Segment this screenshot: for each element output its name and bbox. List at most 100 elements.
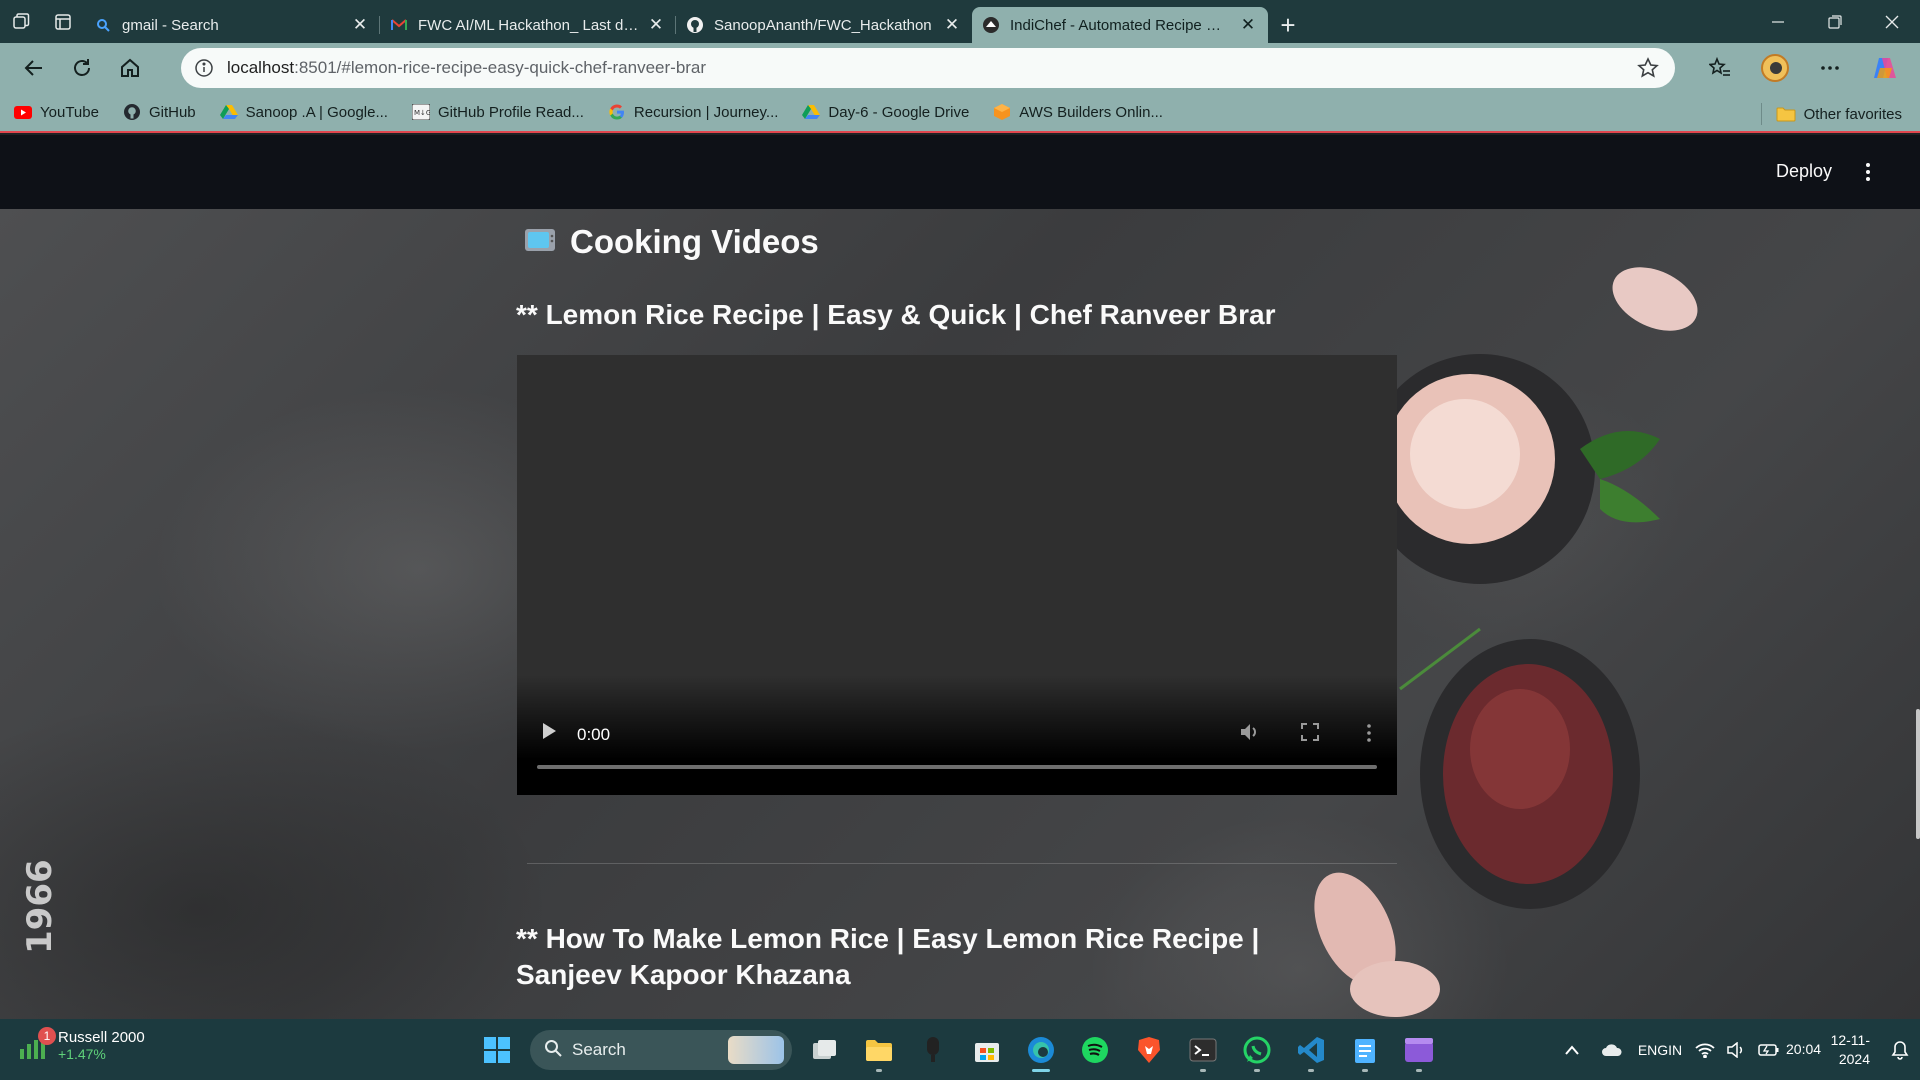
stock-widget[interactable]: 1 Russell 2000 +1.47%	[18, 1026, 145, 1062]
favorites-icon[interactable]	[1692, 43, 1747, 93]
scrollbar-thumb[interactable]	[1916, 709, 1920, 839]
clock-time: 20:04	[1786, 1041, 1822, 1057]
notepad-icon[interactable]	[1338, 1026, 1392, 1074]
bookmarks-bar: YouTube GitHub Sanoop .A | Google... M↓G…	[0, 93, 1920, 133]
google-drive-icon	[802, 103, 821, 121]
tab-github-repo[interactable]: SanoopAnanth/FWC_Hackathon ✕	[676, 7, 972, 43]
readme-icon: M↓G	[411, 103, 430, 121]
bookmark-youtube[interactable]: YouTube	[14, 103, 99, 121]
bookmark-label: Recursion | Journey...	[633, 103, 779, 121]
microsoft-store-icon[interactable]	[960, 1026, 1014, 1074]
terminal-icon[interactable]	[1176, 1026, 1230, 1074]
video-controls	[517, 675, 1397, 795]
notification-bell-icon[interactable]	[1880, 1040, 1920, 1060]
region-code: IN	[1668, 1041, 1683, 1058]
minimize-button[interactable]	[1749, 0, 1806, 43]
bookmark-aws-builders[interactable]: AWS Builders Onlin...	[993, 103, 1163, 121]
taskbar-search[interactable]: Search	[530, 1030, 792, 1070]
tab-fwc-hackathon-mail[interactable]: FWC AI/ML Hackathon_ Last date ✕	[380, 7, 676, 43]
tab-gmail-search[interactable]: gmail - Search ✕	[84, 7, 380, 43]
close-icon[interactable]: ✕	[646, 15, 666, 35]
svg-text:M↓G: M↓G	[414, 109, 430, 117]
wifi-icon[interactable]	[1688, 1042, 1722, 1058]
tab-title: FWC AI/ML Hackathon_ Last date	[418, 16, 640, 34]
deploy-button[interactable]: Deploy	[1776, 161, 1832, 182]
github-icon	[686, 16, 704, 34]
workspaces-icon[interactable]	[0, 0, 42, 43]
start-button[interactable]	[470, 1026, 524, 1074]
stock-chart-icon: 1	[18, 1026, 56, 1061]
section-title-text: Cooking Videos	[570, 223, 819, 260]
gmail-icon	[390, 16, 408, 34]
close-icon[interactable]: ✕	[1238, 15, 1258, 35]
bookmark-label: GitHub	[148, 103, 196, 121]
bookmark-label: AWS Builders Onlin...	[1019, 103, 1163, 121]
other-favorites-label: Other favorites	[1803, 105, 1902, 123]
address-bar[interactable]: localhost:8501/#lemon-rice-recipe-easy-q…	[181, 48, 1675, 88]
play-icon[interactable]	[541, 722, 557, 745]
tab-indichef[interactable]: IndiChef - Automated Recipe Gen ✕	[972, 7, 1268, 43]
task-view-icon[interactable]	[798, 1026, 852, 1074]
main-menu-icon[interactable]	[1858, 161, 1878, 183]
refresh-icon[interactable]	[58, 48, 106, 88]
fullscreen-icon[interactable]	[1301, 723, 1319, 746]
section-title: Cooking Videos	[524, 223, 819, 261]
video-editor-icon[interactable]	[1392, 1026, 1446, 1074]
profile-avatar[interactable]	[1747, 43, 1802, 93]
video-time: 0:00	[577, 725, 611, 744]
tab-title: IndiChef - Automated Recipe Gen	[1010, 16, 1232, 34]
copilot-icon[interactable]	[1857, 43, 1912, 93]
bookmark-github-readme[interactable]: M↓G GitHub Profile Read...	[411, 103, 584, 121]
app-main-content: Cooking Videos ** Lemon Rice Recipe | Ea…	[0, 209, 1920, 1019]
more-menu-icon[interactable]	[1802, 43, 1857, 93]
bookmark-label: Sanoop .A | Google...	[245, 103, 388, 121]
battery-icon[interactable]	[1752, 1043, 1786, 1057]
tab-title: gmail - Search	[122, 16, 219, 34]
language-indicator[interactable]: ENG IN	[1632, 1041, 1688, 1059]
whatsapp-icon[interactable]	[1230, 1026, 1284, 1074]
volume-icon[interactable]	[1722, 1041, 1752, 1058]
television-icon	[524, 223, 556, 261]
spotify-icon[interactable]	[1068, 1026, 1122, 1074]
google-icon	[608, 103, 626, 121]
home-icon[interactable]	[106, 48, 154, 88]
bookmark-sanoop-drive[interactable]: Sanoop .A | Google...	[219, 103, 388, 121]
github-icon	[123, 103, 141, 121]
section-divider	[527, 863, 1397, 864]
site-info-icon[interactable]	[181, 58, 227, 78]
volume-icon[interactable]	[1239, 722, 1261, 747]
other-favorites-folder[interactable]: Other favorites	[1761, 103, 1902, 125]
file-explorer-icon[interactable]	[852, 1026, 906, 1074]
onedrive-icon[interactable]	[1592, 1043, 1632, 1057]
search-icon	[94, 16, 112, 34]
more-options-icon[interactable]	[1367, 724, 1371, 747]
close-icon[interactable]: ✕	[350, 15, 370, 35]
brave-browser-icon[interactable]	[1122, 1026, 1176, 1074]
bookmark-recursion[interactable]: Recursion | Journey...	[608, 103, 779, 121]
microphone-app-icon[interactable]	[906, 1026, 960, 1074]
browser-tab-strip: gmail - Search ✕ FWC AI/ML Hackathon_ La…	[0, 0, 1920, 43]
video-progress-bar[interactable]	[537, 765, 1377, 769]
close-window-button[interactable]	[1863, 0, 1920, 43]
notification-badge: 1	[38, 1026, 56, 1045]
tab-actions-icon[interactable]	[42, 0, 84, 43]
favorite-star-icon[interactable]	[1637, 57, 1659, 84]
back-icon[interactable]	[10, 48, 58, 88]
widget-change: +1.47%	[58, 1046, 106, 1062]
chevron-up-icon[interactable]	[1552, 1044, 1592, 1055]
bookmark-day6-drive[interactable]: Day-6 - Google Drive	[802, 103, 969, 121]
search-highlight-image	[728, 1036, 784, 1064]
vscode-icon[interactable]	[1284, 1026, 1338, 1074]
search-label: Search	[572, 1040, 626, 1059]
new-tab-button[interactable]: +	[1268, 7, 1308, 43]
bookmark-github[interactable]: GitHub	[123, 103, 196, 121]
bookmark-label: Day-6 - Google Drive	[828, 103, 970, 121]
edge-browser-icon[interactable]	[1014, 1026, 1068, 1074]
side-number-text: 1966	[20, 859, 60, 954]
streamlit-icon	[982, 16, 1000, 34]
video-player[interactable]: 0:00	[517, 355, 1397, 795]
close-icon[interactable]: ✕	[942, 15, 962, 35]
system-clock[interactable]: 20:04 12-11-2024	[1786, 1031, 1870, 1069]
app-header: Deploy	[0, 135, 1920, 209]
restore-button[interactable]	[1806, 0, 1863, 43]
